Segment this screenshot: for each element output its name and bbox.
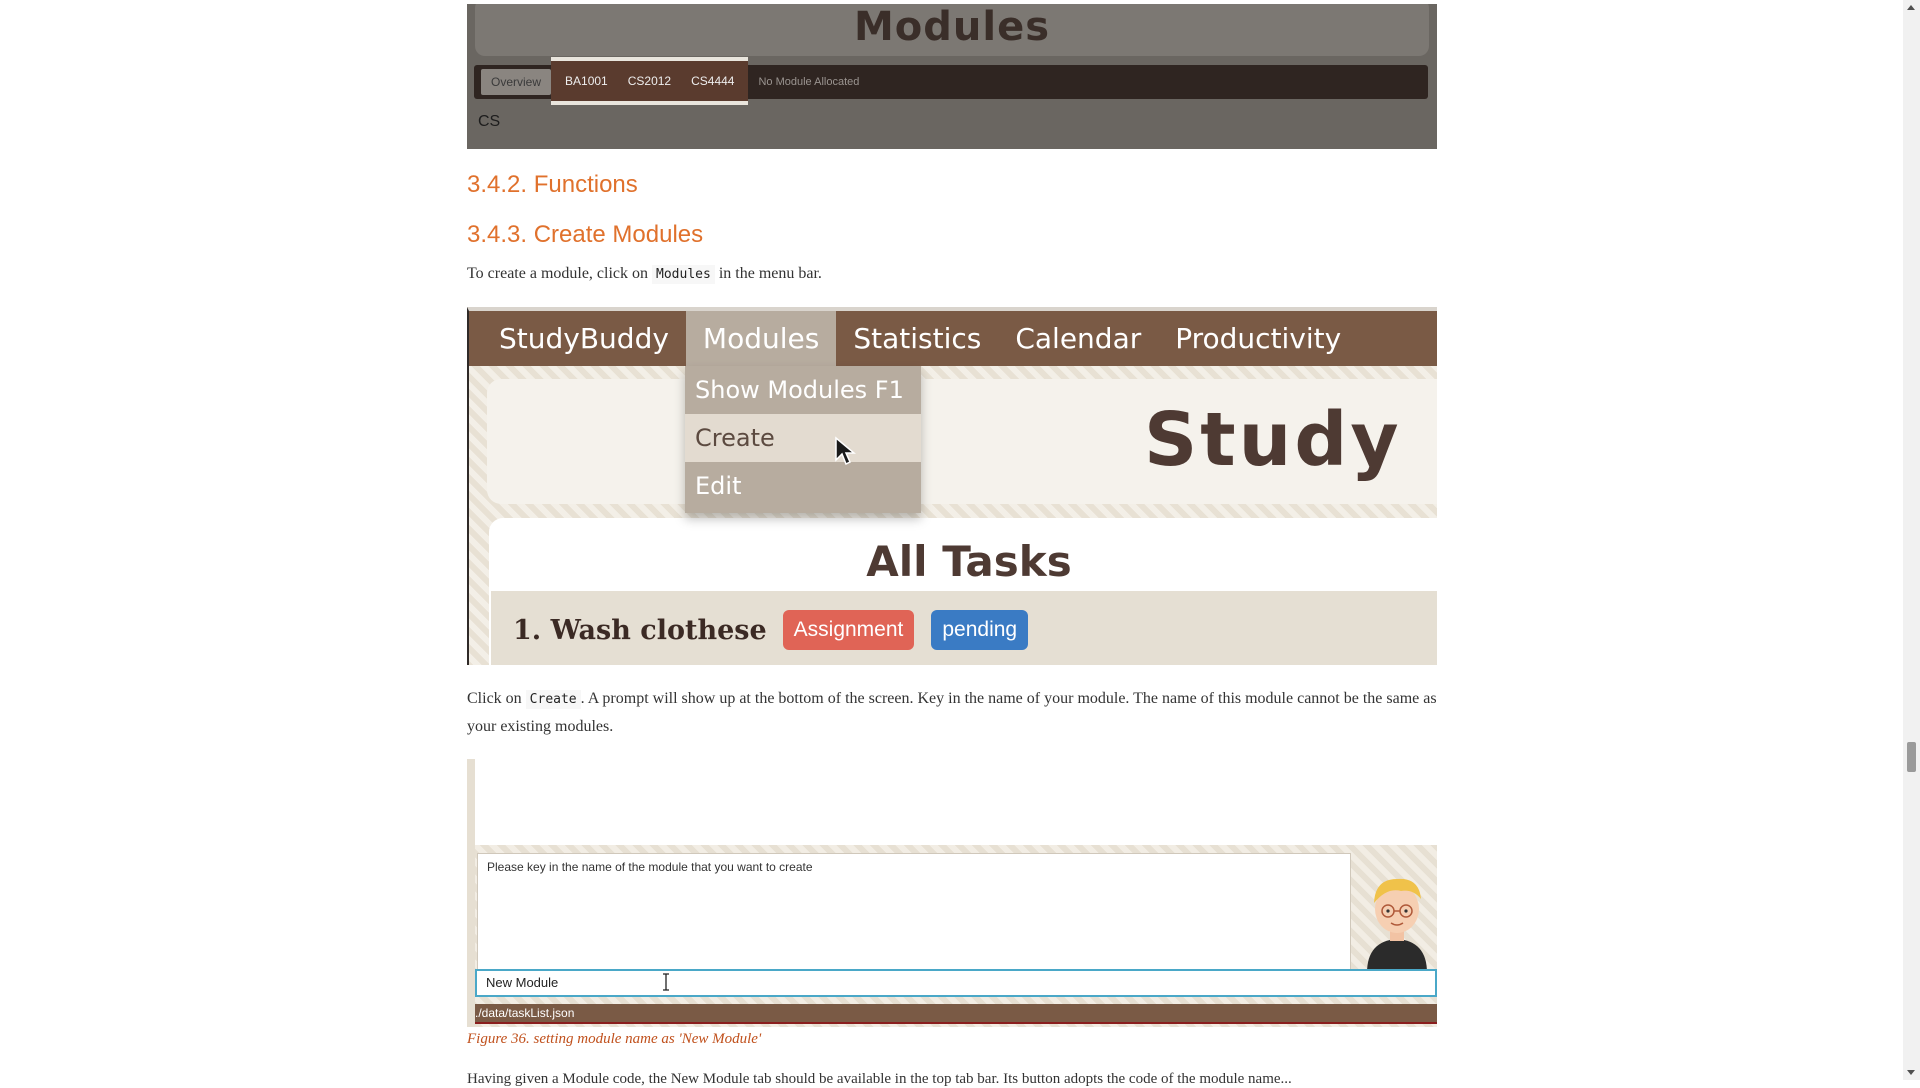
para1-text-after: in the menu bar. xyxy=(714,265,822,282)
code-create: Create xyxy=(525,690,581,709)
tab-ba1001[interactable]: BA1001 xyxy=(555,68,618,94)
task-status-badge: pending xyxy=(931,610,1029,650)
app-hero-title: Study B xyxy=(1144,397,1437,483)
heading-functions: 3.4.2. Functions xyxy=(467,171,638,198)
menu-item-edit[interactable]: Edit xyxy=(685,462,921,510)
menu-productivity[interactable]: Productivity xyxy=(1158,311,1358,366)
text-cursor-icon xyxy=(663,973,669,991)
prompt-message: Please key in the name of the module tha… xyxy=(487,860,813,874)
task-row[interactable]: 1. Wash clothese Assignment pending xyxy=(491,591,1437,665)
code-modules: Modules xyxy=(652,265,715,284)
menu-modules[interactable]: Modules xyxy=(685,311,837,366)
figure-caption: Figure 36. setting module name as 'New M… xyxy=(467,1031,762,1047)
assistant-avatar-icon xyxy=(1367,878,1427,973)
tab-no-module[interactable]: No Module Allocated xyxy=(748,69,869,95)
para2-text-before: Click on xyxy=(467,690,526,707)
menu-item-show-modules[interactable]: Show Modules F1 xyxy=(685,366,921,414)
modules-screenshot: Modules Overview BA1001 CS2012 CS4444 No… xyxy=(467,4,1437,149)
menu-item-create[interactable]: Create xyxy=(685,414,921,462)
tab-overview[interactable]: Overview xyxy=(481,69,552,95)
modules-title-card: Modules xyxy=(475,4,1429,56)
menu-studybuddy[interactable]: StudyBuddy xyxy=(469,311,686,366)
scroll-up-arrow-icon[interactable] xyxy=(1907,5,1915,10)
all-tasks-title: All Tasks xyxy=(866,537,1072,586)
menu-statistics[interactable]: Statistics xyxy=(836,311,998,366)
paragraph-create-intro: To create a module, click on Modules in … xyxy=(467,260,1437,288)
heading-create-modules: 3.4.3. Create Modules xyxy=(467,221,704,248)
prompt-box: Please key in the name of the module tha… xyxy=(477,853,1351,973)
task-name: 1. Wash clothese xyxy=(513,614,767,646)
menu-calendar[interactable]: Calendar xyxy=(998,311,1158,366)
scroll-down-arrow-icon[interactable] xyxy=(1907,1070,1915,1075)
module-name-input[interactable]: New Module xyxy=(475,969,1437,997)
status-bar: ./data/taskList.json xyxy=(475,1004,1437,1024)
task-type-badge: Assignment xyxy=(782,610,915,650)
para2-text-after: . A prompt will show up at the bottom of… xyxy=(467,690,1437,735)
status-file-path: ./data/taskList.json xyxy=(475,1006,575,1020)
app-menubar: StudyBuddy Modules Statistics Calendar P… xyxy=(469,311,1437,366)
modules-title: Modules xyxy=(853,4,1051,50)
page-scrollbar[interactable] xyxy=(1903,0,1920,1080)
menu-screenshot: Study B All Tasks 1. Wash clothese Assig… xyxy=(467,307,1437,665)
prompt-screenshot: Please key in the name of the module tha… xyxy=(467,759,1437,1027)
mouse-cursor-icon xyxy=(835,436,856,466)
modules-dropdown: Show Modules F1 Create Edit xyxy=(685,366,921,513)
module-content-text: CS xyxy=(478,113,501,130)
scrollbar-thumb[interactable] xyxy=(1907,742,1916,772)
module-tab-bar: Overview BA1001 CS2012 CS4444 No Module … xyxy=(474,56,1428,105)
para1-text-before: To create a module, click on xyxy=(467,265,653,282)
tab-cs4444[interactable]: CS4444 xyxy=(681,68,744,94)
tab-cs2012[interactable]: CS2012 xyxy=(618,68,681,94)
module-tab-group: BA1001 CS2012 CS4444 xyxy=(551,56,749,105)
paragraph-create-instructions: Click on Create. A prompt will show up a… xyxy=(467,685,1437,740)
